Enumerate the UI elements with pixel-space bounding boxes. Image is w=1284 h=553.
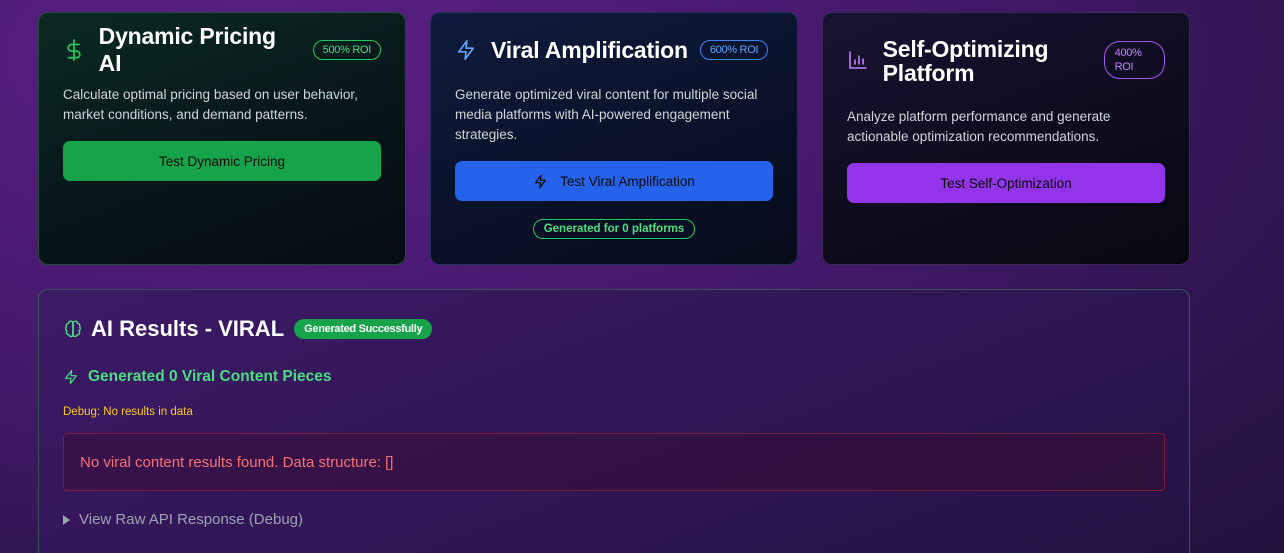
generated-count: Generated 0 Viral Content Pieces bbox=[63, 368, 1165, 386]
card-title: Dynamic Pricing AI bbox=[98, 23, 276, 76]
generated-wrapper: Generated for 0 platforms bbox=[455, 219, 773, 239]
brain-icon bbox=[63, 319, 83, 339]
bar-chart-icon bbox=[847, 49, 869, 71]
test-viral-amplification-button[interactable]: Test Viral Amplification bbox=[455, 161, 773, 201]
roi-badge: 600% ROI bbox=[699, 40, 769, 60]
card-header: Dynamic Pricing AI 500% ROI bbox=[63, 23, 381, 76]
debug-text: Debug: No results in data bbox=[63, 406, 193, 418]
results-title: AI Results - VIRAL bbox=[91, 316, 285, 341]
test-dynamic-pricing-button[interactable]: Test Dynamic Pricing bbox=[63, 141, 381, 181]
ai-results-panel: AI Results - VIRAL Generated Successfull… bbox=[38, 289, 1190, 553]
generated-platforms-badge: Generated for 0 platforms bbox=[532, 219, 696, 239]
card-header: Viral Amplification 600% ROI bbox=[455, 37, 773, 63]
disclosure-triangle-icon bbox=[63, 514, 70, 525]
card-header: Self-Optimizing Platform 400% ROI bbox=[847, 37, 1165, 85]
dynamic-pricing-card: Dynamic Pricing AI 500% ROI Calculate op… bbox=[38, 12, 406, 265]
results-header: AI Results - VIRAL Generated Successfull… bbox=[63, 316, 1165, 342]
raw-response-toggle[interactable]: View Raw API Response (Debug) bbox=[63, 511, 1165, 528]
error-text: No viral content results found. Data str… bbox=[80, 453, 394, 471]
viral-amplification-card: Viral Amplification 600% ROI Generate op… bbox=[430, 12, 798, 265]
status-badge: Generated Successfully bbox=[294, 319, 433, 339]
lightning-icon bbox=[533, 174, 548, 189]
button-label: Test Dynamic Pricing bbox=[158, 153, 286, 169]
roi-badge: 500% ROI bbox=[312, 40, 381, 60]
generated-count-label: Generated 0 Viral Content Pieces bbox=[88, 368, 332, 385]
raw-response-label: View Raw API Response (Debug) bbox=[79, 511, 304, 528]
button-label: Test Viral Amplification bbox=[560, 173, 695, 189]
card-title: Viral Amplification bbox=[491, 36, 688, 63]
test-self-optimization-button[interactable]: Test Self-Optimization bbox=[847, 163, 1165, 203]
error-message: No viral content results found. Data str… bbox=[63, 433, 1165, 491]
card-description: Generate optimized viral content for mul… bbox=[455, 87, 758, 142]
card-description: Calculate optimal pricing based on user … bbox=[63, 87, 358, 122]
lightning-icon bbox=[63, 369, 79, 385]
card-description: Analyze platform performance and generat… bbox=[847, 109, 1111, 144]
roi-badge: 400% ROI bbox=[1103, 41, 1165, 79]
self-optimizing-card: Self-Optimizing Platform 400% ROI Analyz… bbox=[822, 12, 1190, 265]
button-label: Test Self-Optimization bbox=[940, 175, 1072, 191]
lightning-icon bbox=[455, 39, 477, 61]
card-title: Self-Optimizing Platform bbox=[882, 36, 1049, 86]
dollar-icon bbox=[63, 39, 85, 61]
